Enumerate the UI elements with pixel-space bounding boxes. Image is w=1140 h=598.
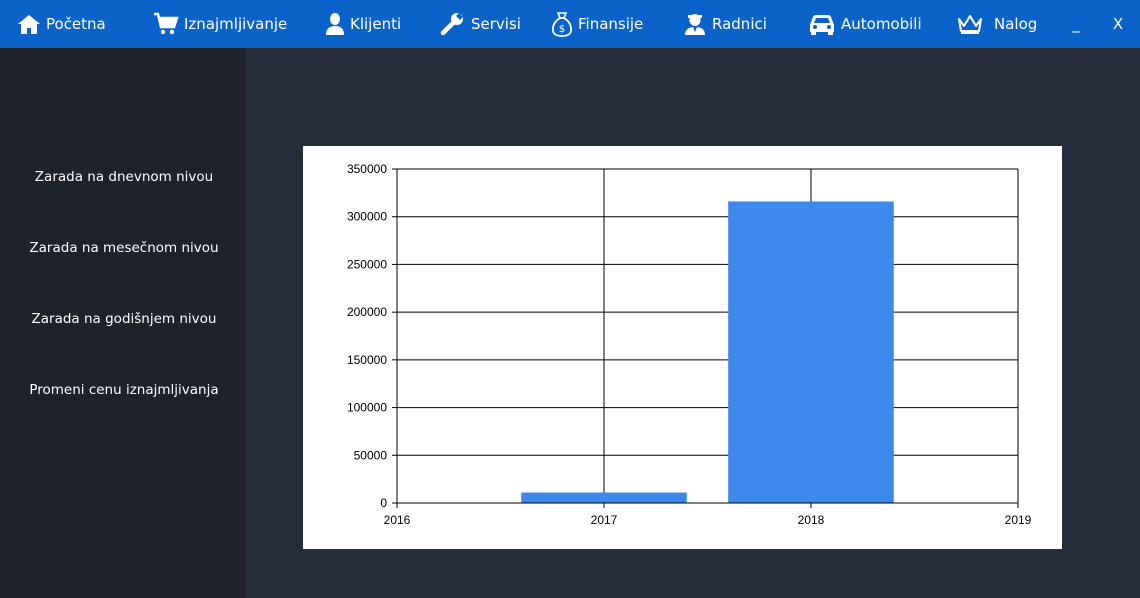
car-icon [810,15,834,35]
nav-label-servisi: Servisi [471,15,521,33]
top-nav-bar: Početna Iznajmljivanje Klijenti Servisi … [0,0,1140,48]
nav-label-radnici: Radnici [712,15,767,33]
nav-label-pocetna: Početna [46,15,106,33]
y-tick-label: 300000 [347,210,387,224]
cart-icon [154,12,179,35]
nav-item-automobili[interactable]: Automobili [808,0,922,48]
crown-icon [958,15,982,34]
earnings-chart: 0 50000 100000 150000 200000 250000 300000 3500… [303,146,1062,549]
x-tick-label: 2017 [591,513,618,527]
earnings-chart-svg: 0 50000 100000 150000 200000 250000 300000 3500… [347,162,1032,527]
home-icon [18,15,40,34]
y-tick-label: 250000 [347,257,387,271]
sidebar-item-daily-earnings[interactable]: Zarada na dnevnom nivou [0,162,246,192]
wrench-icon [440,13,463,36]
nav-item-radnici[interactable]: Radnici [683,0,767,48]
bar-2018 [728,201,894,503]
nav-label-finansije: Finansije [578,15,644,33]
sidebar-item-change-rental-price[interactable]: Promeni cenu iznajmljivanja [0,375,246,405]
nav-label-iznajmljivanje: Iznajmljivanje [184,15,288,33]
nav-item-nalog[interactable]: Nalog [956,0,1037,48]
y-tick-label: 0 [380,496,387,510]
y-tick-label: 150000 [347,353,387,367]
y-tick-label: 100000 [347,401,387,415]
y-tick-label: 350000 [347,162,387,176]
x-tick-label: 2018 [798,513,825,527]
nav-label-automobili: Automobili [841,15,922,33]
svg-text:$: $ [559,24,565,35]
nav-label-nalog: Nalog [994,15,1038,33]
nav-item-iznajmljivanje[interactable]: Iznajmljivanje [153,0,287,48]
nav-label-klijenti: Klijenti [350,15,402,33]
bar-2017 [521,492,687,503]
worker-icon [685,14,705,35]
x-tick-label: 2019 [1005,513,1032,527]
sidebar: Zarada na dnevnom nivou Zarada na mesečn… [0,48,246,598]
y-tick-label: 50000 [354,448,388,462]
money-bag-icon: $ [551,12,573,37]
y-tick-label: 200000 [347,305,387,319]
nav-item-pocetna[interactable]: Početna [17,0,106,48]
sidebar-item-monthly-earnings[interactable]: Zarada na mesečnom nivou [0,233,246,263]
x-tick-label: 2016 [384,513,411,527]
nav-item-klijenti[interactable]: Klijenti [325,0,401,48]
sidebar-item-yearly-earnings[interactable]: Zarada na godišnjem nivou [0,304,246,334]
minimize-button[interactable]: _ [1064,0,1088,48]
nav-item-finansije[interactable]: $ Finansije [551,0,643,48]
close-button[interactable]: X [1106,0,1130,48]
user-icon [326,13,344,35]
nav-item-servisi[interactable]: Servisi [440,0,521,48]
